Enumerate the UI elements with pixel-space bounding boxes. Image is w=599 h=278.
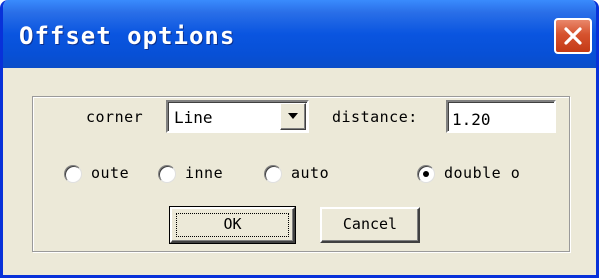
- dropdown-arrow-button[interactable]: [280, 103, 306, 130]
- distance-input[interactable]: [446, 100, 556, 133]
- radio-selected-dot: [423, 171, 429, 177]
- corner-dropdown-value: Line: [174, 108, 213, 127]
- corner-dropdown[interactable]: Line: [166, 100, 309, 133]
- focus-rectangle: [176, 213, 289, 237]
- close-button[interactable]: [554, 18, 592, 54]
- radio-oute[interactable]: [64, 165, 82, 183]
- cancel-button[interactable]: Cancel: [320, 207, 420, 243]
- distance-label: distance:: [332, 108, 418, 126]
- radio-auto[interactable]: [264, 165, 282, 183]
- radio-inne-label: inne: [185, 164, 224, 182]
- radio-auto-label: auto: [291, 164, 330, 182]
- title-bar[interactable]: Offset options: [3, 0, 596, 68]
- radio-oute-label: oute: [91, 164, 130, 182]
- corner-label: corner: [86, 108, 144, 126]
- cancel-button-label: Cancel: [342, 215, 398, 233]
- radio-double-o[interactable]: [417, 165, 435, 183]
- ok-button[interactable]: OK: [169, 206, 296, 244]
- dialog-title: Offset options: [19, 22, 236, 50]
- radio-double-o-label: double o: [444, 164, 521, 182]
- chevron-down-icon: [288, 113, 298, 119]
- close-x-icon: [564, 27, 582, 45]
- radio-inne[interactable]: [158, 165, 176, 183]
